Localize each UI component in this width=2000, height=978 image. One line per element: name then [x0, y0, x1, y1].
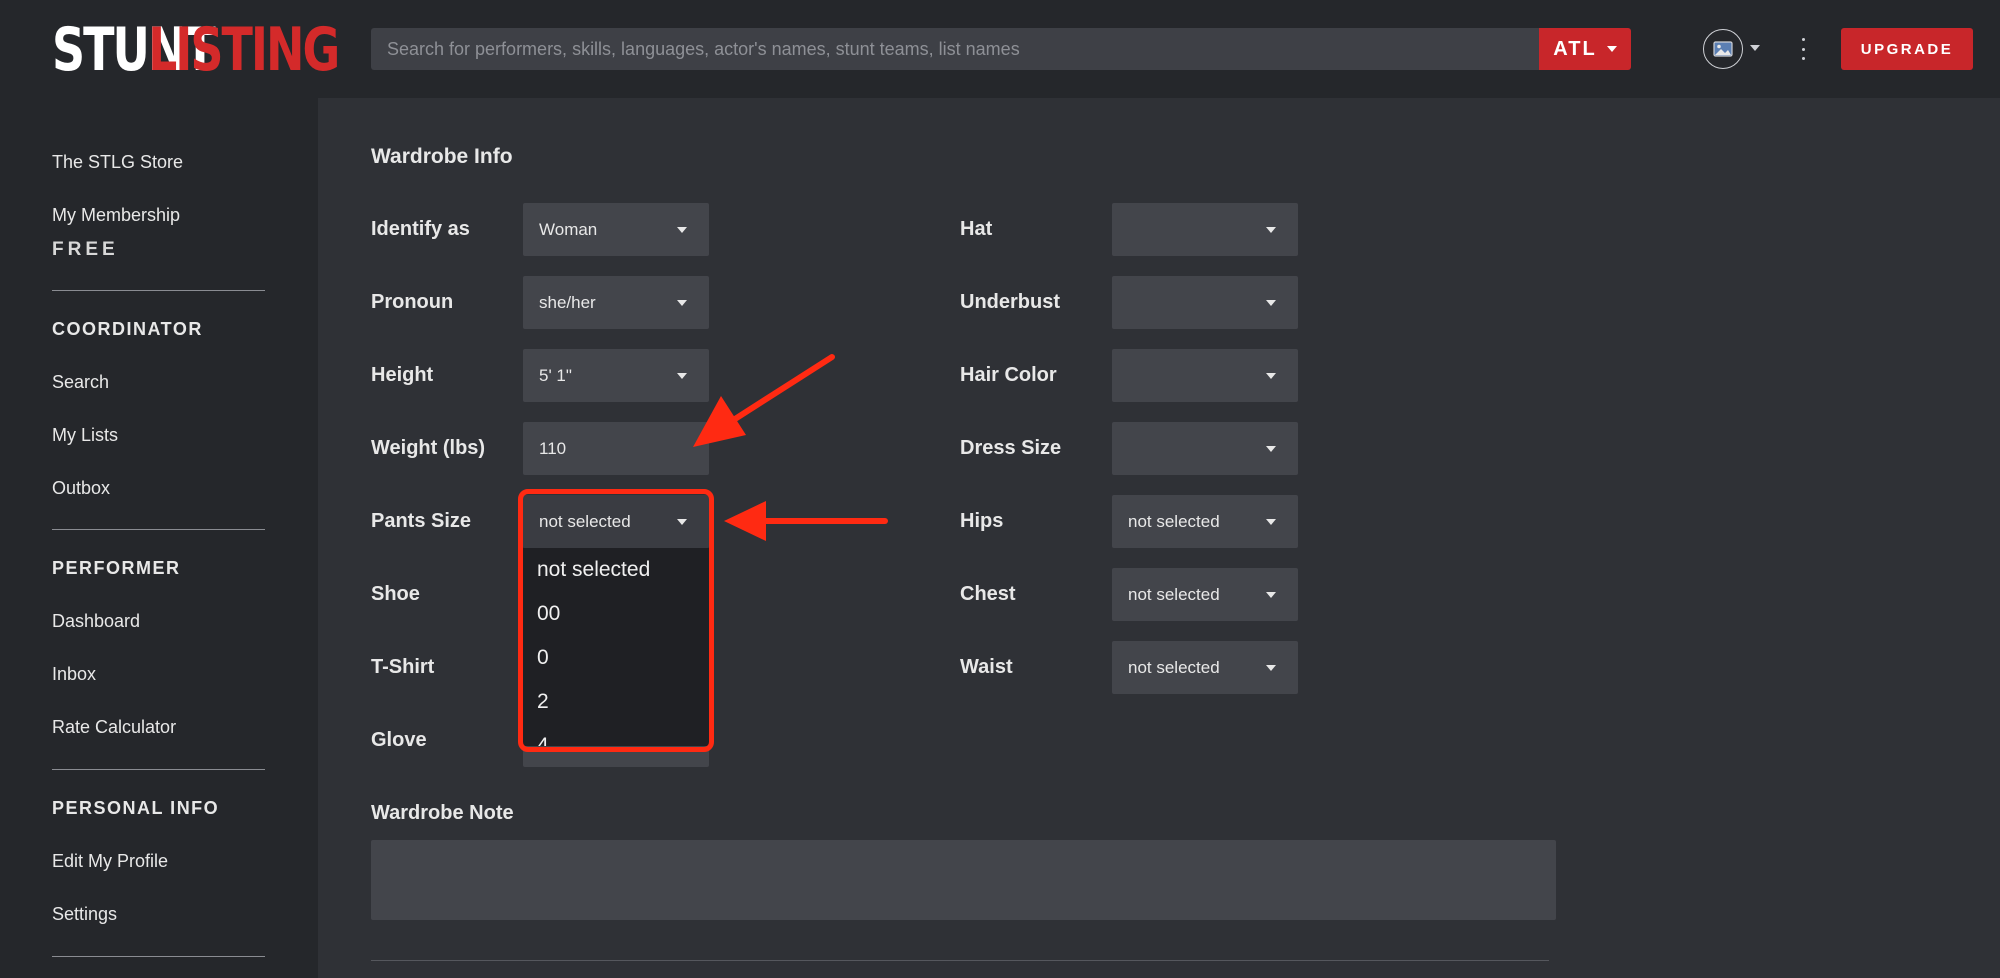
- stuntlisting-logo[interactable]: STUNT LISTING: [52, 18, 340, 80]
- chevron-down-icon: [677, 300, 687, 306]
- weight-label: Weight (lbs): [371, 437, 486, 459]
- hips-value: not selected: [1128, 511, 1220, 531]
- avatar-chevron-down-icon[interactable]: [1750, 45, 1760, 51]
- dress-size-select[interactable]: [1112, 422, 1298, 475]
- sidebar-item-my-lists[interactable]: My Lists: [52, 425, 118, 446]
- height-value: 5' 1": [539, 365, 572, 385]
- chevron-down-icon: [677, 373, 687, 379]
- hair-color-select[interactable]: [1112, 349, 1298, 402]
- hips-label: Hips: [960, 510, 1004, 532]
- chest-select[interactable]: not selected: [1112, 568, 1298, 621]
- pronoun-select[interactable]: she/her: [523, 276, 709, 329]
- annotation-arrow-icon: [693, 354, 835, 447]
- sidebar-item-rate-calculator[interactable]: Rate Calculator: [52, 717, 176, 738]
- hat-select[interactable]: [1112, 203, 1298, 256]
- sidebar-heading-coordinator: COORDINATOR: [52, 319, 203, 339]
- sidebar-item-inbox[interactable]: Inbox: [52, 664, 96, 685]
- hair-color-label: Hair Color: [960, 364, 1057, 386]
- waist-select[interactable]: not selected: [1112, 641, 1298, 694]
- identify-as-label: Identify as: [371, 218, 470, 240]
- height-select[interactable]: 5' 1": [523, 349, 709, 402]
- membership-tier-badge: FREE: [52, 239, 119, 260]
- wardrobe-note-label: Wardrobe Note: [371, 802, 514, 824]
- section-divider: [371, 960, 1549, 961]
- chest-label: Chest: [960, 583, 1016, 605]
- sidebar-item-membership[interactable]: My Membership: [52, 205, 180, 226]
- chevron-down-icon: [1266, 227, 1276, 233]
- sidebar-item-edit-profile[interactable]: Edit My Profile: [52, 851, 168, 872]
- chest-value: not selected: [1128, 584, 1220, 604]
- underbust-label: Underbust: [960, 291, 1060, 313]
- identify-as-select[interactable]: Woman: [523, 203, 709, 256]
- waist-label: Waist: [960, 656, 1013, 678]
- wardrobe-note-textarea[interactable]: [371, 840, 1556, 920]
- avatar[interactable]: [1703, 29, 1743, 69]
- market-selector-button[interactable]: ATL: [1539, 28, 1631, 70]
- sidebar-divider: [52, 290, 265, 291]
- weight-input[interactable]: 110: [523, 422, 709, 475]
- annotation-highlight-box: [518, 489, 714, 752]
- sidebar-item-outbox[interactable]: Outbox: [52, 478, 110, 499]
- t-shirt-label: T-Shirt: [371, 656, 435, 678]
- hips-select[interactable]: not selected: [1112, 495, 1298, 548]
- sidebar-item-search[interactable]: Search: [52, 372, 109, 393]
- weight-value: 110: [539, 438, 567, 458]
- identify-as-value: Woman: [539, 219, 598, 239]
- underbust-select[interactable]: [1112, 276, 1298, 329]
- pants-size-label: Pants Size: [371, 510, 472, 532]
- pronoun-value: she/her: [539, 292, 596, 312]
- chevron-down-icon: [1266, 373, 1276, 379]
- search-input[interactable]: [371, 28, 1541, 70]
- chevron-down-icon: [1606, 46, 1617, 52]
- sidebar-item-store[interactable]: The STLG Store: [52, 152, 183, 173]
- shoe-label: Shoe: [371, 583, 420, 605]
- sidebar: The STLG Store My Membership FREE COORDI…: [0, 98, 318, 978]
- chevron-down-icon: [677, 227, 687, 233]
- sidebar-divider: [52, 956, 265, 957]
- chevron-down-icon: [1266, 665, 1276, 671]
- image-placeholder-icon: [1713, 41, 1733, 57]
- waist-value: not selected: [1128, 657, 1220, 677]
- dress-size-label: Dress Size: [960, 437, 1062, 459]
- glove-label: Glove: [371, 729, 427, 751]
- sidebar-divider: [52, 529, 265, 530]
- chevron-down-icon: [1266, 446, 1276, 452]
- logo-text-listing: LISTING: [148, 14, 340, 85]
- chevron-down-icon: [1266, 519, 1276, 525]
- sidebar-item-settings[interactable]: Settings: [52, 904, 117, 925]
- sidebar-heading-personal-info: PERSONAL INFO: [52, 798, 220, 818]
- top-bar: STUNT LISTING ATL UPGRADE: [0, 0, 2000, 98]
- search-bar: [371, 28, 1541, 70]
- hat-label: Hat: [960, 218, 993, 240]
- upgrade-button[interactable]: UPGRADE: [1841, 28, 1973, 70]
- annotation-arrow-icon: [724, 501, 888, 541]
- chevron-down-icon: [1266, 300, 1276, 306]
- kebab-menu-icon[interactable]: [1797, 34, 1809, 64]
- sidebar-heading-performer: PERFORMER: [52, 558, 181, 578]
- chevron-down-icon: [1266, 592, 1276, 598]
- height-label: Height: [371, 364, 434, 386]
- wardrobe-info-title: Wardrobe Info: [371, 145, 513, 168]
- pronoun-label: Pronoun: [371, 291, 454, 313]
- sidebar-divider: [52, 769, 265, 770]
- sidebar-item-dashboard[interactable]: Dashboard: [52, 611, 140, 632]
- market-label: ATL: [1553, 37, 1597, 60]
